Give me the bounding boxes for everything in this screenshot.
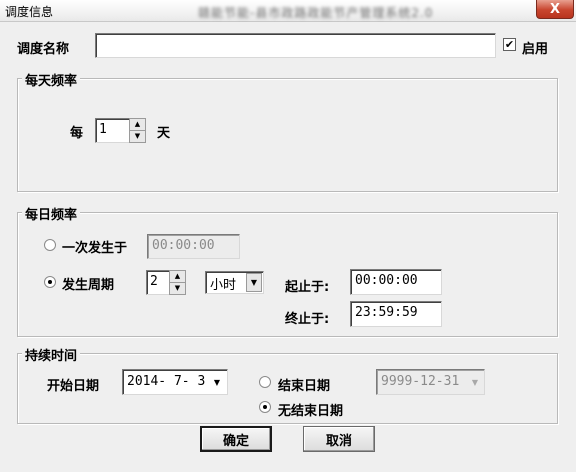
period-input[interactable]: 2 (146, 270, 170, 295)
spin-down-icon[interactable]: ▼ (170, 283, 185, 295)
enabled-label: 启用 (522, 42, 549, 57)
once-label: 一次发生于 (62, 241, 128, 256)
ok-button[interactable]: 确定 (200, 426, 272, 452)
title-bar[interactable]: 调度信息 赣能节能-县市政路政能节产管理系统2.0 X (0, 0, 576, 22)
start-date-dropdown-button[interactable]: ▼ (209, 372, 225, 392)
blurred-caption: 赣能节能-县市政路政能节产管理系统2.0 (198, 6, 434, 20)
radio-selected-dot (263, 405, 267, 409)
end-date-label: 结束日期 (278, 379, 331, 394)
day-unit-label: 天 (157, 126, 171, 141)
periodic-label: 发生周期 (62, 278, 115, 293)
spin-up-icon[interactable]: ▲ (130, 119, 145, 131)
periodic-radio[interactable] (44, 276, 56, 288)
close-icon: X (549, 1, 561, 17)
period-unit-value: 小时 (210, 278, 237, 293)
end-time-input[interactable]: 23:59:59 (350, 301, 442, 327)
start-date-value: 2014- 7- 3 (127, 374, 206, 389)
chevron-down-icon: ▼ (250, 278, 258, 287)
end-date-value: 9999-12-31 (381, 374, 460, 389)
chevron-down-icon: ▼ (471, 377, 479, 387)
end-date-radio[interactable] (259, 376, 271, 388)
once-time-input[interactable]: 00:00:00 (147, 234, 240, 259)
once-radio[interactable] (44, 239, 56, 251)
check-icon: ✔ (504, 38, 515, 51)
radio-selected-dot (48, 280, 52, 284)
no-end-date-radio[interactable] (259, 401, 271, 413)
schedule-name-label: 调度名称 (17, 42, 70, 57)
days-spinner[interactable]: ▲ ▼ (129, 118, 146, 143)
no-end-date-label: 无结束日期 (278, 404, 344, 419)
period-unit-dropdown-button[interactable]: ▼ (246, 273, 262, 292)
daily-frequency-title: 每天频率 (22, 70, 81, 89)
duration-title: 持续时间 (22, 345, 81, 364)
daily-occurrence-title: 每日频率 (22, 204, 81, 223)
schedule-dialog: 调度信息 赣能节能-县市政路政能节产管理系统2.0 X 调度名称 ✔ 启用 每天… (0, 0, 576, 472)
start-time-input[interactable]: 00:00:00 (350, 269, 442, 295)
enabled-checkbox[interactable]: ✔ (503, 38, 516, 51)
days-input[interactable]: 1 (95, 118, 130, 143)
chevron-down-icon: ▼ (213, 377, 221, 387)
end-date-dropdown-button[interactable]: ▼ (467, 372, 483, 392)
period-spinner[interactable]: ▲ ▼ (169, 270, 186, 295)
cancel-button[interactable]: 取消 (303, 426, 375, 452)
every-label: 每 (70, 126, 84, 141)
window-title: 调度信息 (5, 5, 54, 19)
schedule-name-input[interactable] (95, 33, 496, 58)
start-time-label: 起止于: (285, 280, 330, 295)
close-button[interactable]: X (536, 0, 574, 19)
start-date-label: 开始日期 (47, 379, 100, 394)
end-time-label: 终止于: (285, 312, 330, 327)
spin-up-icon[interactable]: ▲ (170, 271, 185, 283)
spin-down-icon[interactable]: ▼ (130, 131, 145, 143)
